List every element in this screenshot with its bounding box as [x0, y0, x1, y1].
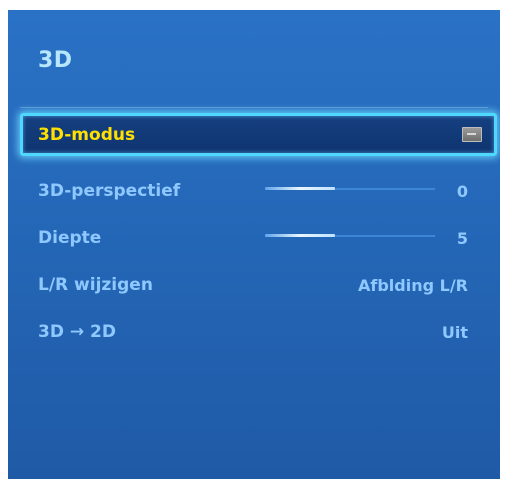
- slider-fill: [265, 234, 335, 237]
- menu-item-3d-to-2d[interactable]: 3D → 2D Uit: [38, 318, 468, 346]
- depth-slider[interactable]: [265, 233, 435, 239]
- menu-item-3d-modus[interactable]: 3D-modus: [20, 113, 497, 156]
- slider-fill: [265, 187, 335, 190]
- menu-item-label: L/R wijzigen: [38, 275, 153, 295]
- menu-item-value: 5: [456, 228, 468, 248]
- menu-item-label: 3D → 2D: [38, 322, 116, 342]
- menu-item-label: Diepte: [38, 228, 102, 248]
- perspective-slider[interactable]: [265, 186, 435, 192]
- menu-item-value: Afblding L/R: [358, 275, 468, 295]
- 3d-menu-panel: 3D 3D-modus 3D-perspectief 0 Diepte 5 L/…: [8, 10, 500, 479]
- menu-title: 3D: [38, 48, 73, 73]
- title-divider: [20, 107, 488, 108]
- enter-icon: [462, 127, 482, 142]
- menu-item-label: 3D-modus: [38, 124, 136, 145]
- menu-item-label: 3D-perspectief: [38, 181, 181, 201]
- menu-item-lr-wijzigen[interactable]: L/R wijzigen Afblding L/R: [38, 271, 468, 299]
- menu-item-value: Uit: [441, 322, 468, 342]
- menu-item-value: 0: [456, 181, 468, 201]
